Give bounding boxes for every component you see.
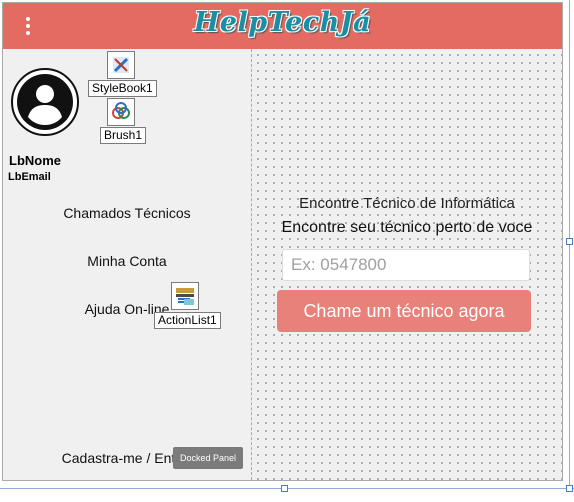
user-name-label: LbNome bbox=[9, 153, 61, 168]
form-canvas: HelpTechJá LbNome LbEmail Chamados Técni… bbox=[2, 2, 563, 481]
stylebook-icon[interactable] bbox=[107, 51, 135, 79]
app-title: HelpTechJá bbox=[193, 7, 372, 38]
phone-input[interactable] bbox=[282, 249, 530, 281]
sidebar-item-minha-conta[interactable]: Minha Conta bbox=[3, 253, 251, 269]
actionlist-label: ActionList1 bbox=[154, 312, 221, 329]
resize-handle-right[interactable] bbox=[566, 238, 573, 245]
brush-label: Brush1 bbox=[100, 127, 147, 144]
resize-handle-bottom[interactable] bbox=[281, 485, 288, 492]
designer-guide-vertical bbox=[569, 0, 570, 490]
docked-panel-badge: Docked Panel bbox=[173, 447, 243, 469]
brush-icon[interactable] bbox=[107, 98, 135, 126]
call-technician-button[interactable]: Chame um técnico agora bbox=[277, 290, 531, 332]
user-email-label: LbEmail bbox=[8, 171, 51, 183]
actionlist-icon[interactable] bbox=[171, 282, 199, 310]
main-content: Encontre Técnico de Informática Encontre… bbox=[252, 49, 562, 480]
main-heading: Encontre Técnico de Informática bbox=[299, 195, 515, 212]
resize-handle-corner[interactable] bbox=[566, 485, 573, 492]
app-header: HelpTechJá bbox=[3, 3, 562, 49]
main-subheading: Encontre seu técnico perto de voce bbox=[281, 219, 533, 236]
stylebook-label: StyleBook1 bbox=[88, 80, 157, 97]
account-circle-icon[interactable] bbox=[11, 68, 79, 136]
sidebar-item-chamados[interactable]: Chamados Técnicos bbox=[3, 205, 251, 221]
